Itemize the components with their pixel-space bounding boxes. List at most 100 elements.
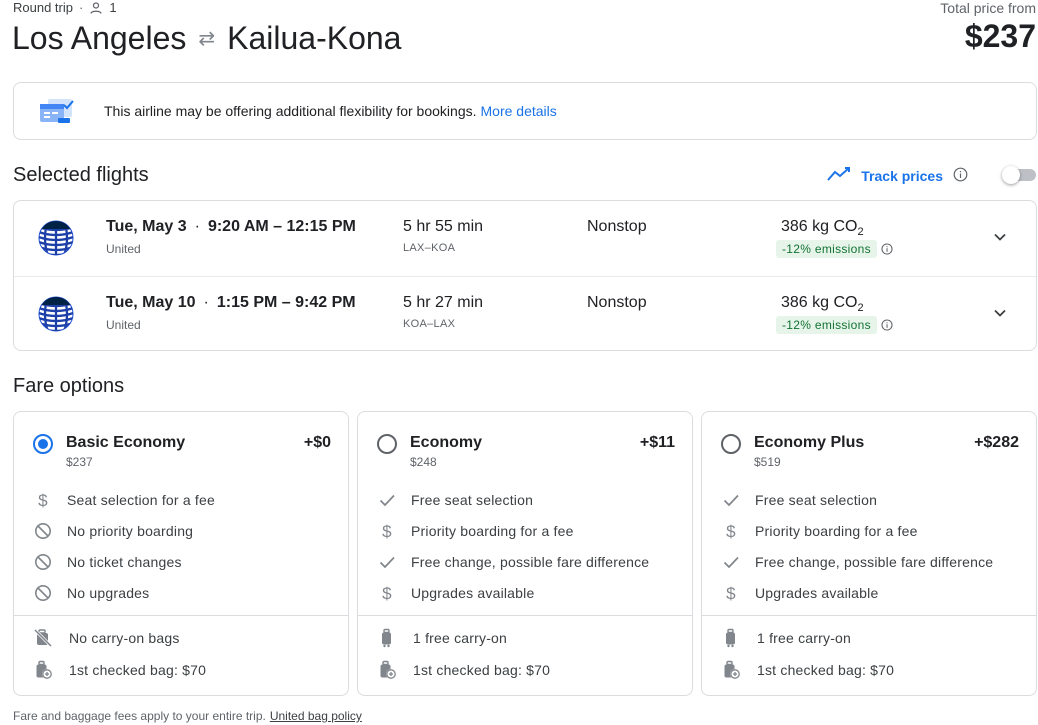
- fare-feature-text: Free seat selection: [411, 492, 534, 508]
- fare-feature: $ Priority boarding for a fee: [721, 521, 918, 541]
- fare-card-basic-economy[interactable]: Basic Economy $237 +$0 $ Seat selection for …: [13, 411, 349, 696]
- flight-stops: Nonstop: [587, 294, 647, 311]
- flight-date: Tue, May 10: [106, 294, 196, 311]
- dollar-icon: $: [377, 521, 397, 541]
- flight-stops: Nonstop: [587, 218, 647, 235]
- chevron-down-icon[interactable]: [992, 229, 1008, 245]
- fare-bag-text: 1 free carry-on: [757, 630, 852, 646]
- fare-bag: No carry-on bags: [33, 628, 180, 648]
- passenger-count: 1: [109, 0, 117, 15]
- flight-route: KOA–LAX: [403, 318, 456, 330]
- track-prices-label[interactable]: Track prices: [861, 168, 943, 184]
- flight-times: 1:15 PM – 9:42 PM: [216, 294, 356, 311]
- fare-price-delta: +$282: [974, 434, 1019, 451]
- fare-feature-text: No priority boarding: [67, 523, 194, 539]
- united-logo-icon: [38, 296, 74, 332]
- dollar-icon: $: [33, 490, 53, 510]
- check-icon: [377, 552, 397, 572]
- flight-co2: 386 kg CO2: [781, 294, 864, 314]
- fare-name: Economy: [410, 434, 483, 451]
- svg-text:$: $: [726, 584, 736, 602]
- selected-flights-card: Tue, May 3 · 9:20 AM – 12:15 PM United 5 h…: [13, 200, 1037, 351]
- svg-text:$: $: [382, 522, 392, 540]
- flight-route: LAX–KOA: [403, 242, 456, 254]
- flight-row-outbound[interactable]: Tue, May 3 · 9:20 AM – 12:15 PM United 5 h…: [14, 201, 1036, 276]
- check-icon: [721, 552, 741, 572]
- checked-bag-icon: [33, 660, 53, 680]
- carry-on-icon: [377, 628, 397, 648]
- fare-bag: 1 free carry-on: [721, 628, 851, 648]
- flight-date-time: Tue, May 10 · 1:15 PM – 9:42 PM: [106, 294, 356, 311]
- fare-radio[interactable]: [33, 434, 53, 454]
- fare-radio[interactable]: [721, 434, 741, 454]
- info-icon[interactable]: [953, 167, 968, 185]
- track-prices-toggle[interactable]: [1002, 166, 1036, 184]
- fare-radio[interactable]: [377, 434, 397, 454]
- selected-flights-title: Selected flights: [13, 164, 149, 186]
- fare-feature-text: Free change, possible fare difference: [755, 554, 994, 570]
- track-prices[interactable]: Track prices: [827, 166, 968, 185]
- united-logo-icon: [38, 220, 74, 256]
- fare-price: $519: [754, 455, 781, 469]
- fare-card-economy-plus[interactable]: Economy Plus $519 +$282 Free seat selection…: [701, 411, 1037, 696]
- chevron-down-icon[interactable]: [992, 305, 1008, 321]
- fare-feature-text: Upgrades available: [755, 585, 879, 601]
- fare-bag-text: No carry-on bags: [69, 630, 180, 646]
- fare-feature: No ticket changes: [33, 552, 182, 572]
- svg-text:$: $: [38, 491, 48, 509]
- origin-city: Los Angeles: [12, 20, 187, 56]
- svg-text:$: $: [726, 522, 736, 540]
- fare-divider: [14, 615, 348, 616]
- fare-card-economy[interactable]: Economy $248 +$11 Free seat selection $ Prior…: [357, 411, 693, 696]
- fare-feature: $ Upgrades available: [377, 583, 534, 603]
- fare-options-title: Fare options: [13, 375, 125, 397]
- fare-name: Basic Economy: [66, 434, 186, 451]
- dollar-icon: $: [377, 583, 397, 603]
- footer-note: Fare and baggage fees apply to your enti…: [13, 709, 362, 723]
- flexibility-calendar-icon: [38, 97, 76, 125]
- route-title: Los Angeles ⇄ Kailua-Kona: [12, 20, 401, 57]
- fare-feature: $ Seat selection for a fee: [33, 490, 215, 510]
- checked-bag-icon: [721, 660, 741, 680]
- fare-feature: Free seat selection: [377, 490, 533, 510]
- emissions-info-icon[interactable]: [881, 242, 893, 260]
- fare-bag-text: 1st checked bag: $70: [757, 662, 895, 678]
- checked-bag-icon: [377, 660, 397, 680]
- co2-value: 386 kg CO: [781, 294, 858, 311]
- fare-price: $248: [410, 455, 437, 469]
- notice-text: This airline may be offering additional …: [104, 103, 477, 119]
- person-icon: [89, 1, 103, 15]
- emissions-info-icon[interactable]: [881, 318, 893, 336]
- flight-times: 9:20 AM – 12:15 PM: [207, 218, 356, 235]
- fare-bag-text: 1st checked bag: $70: [413, 662, 551, 678]
- co2-subscript: 2: [857, 302, 864, 315]
- fare-price-delta: +$11: [639, 434, 675, 451]
- flight-date-time: Tue, May 3 · 9:20 AM – 12:15 PM: [106, 218, 356, 235]
- co2-value: 386 kg CO: [781, 218, 858, 235]
- carry-on-icon: [721, 628, 741, 648]
- fare-feature-text: Seat selection for a fee: [67, 492, 215, 508]
- fare-bag: 1 free carry-on: [377, 628, 507, 648]
- footer-text: Fare and baggage fees apply to your enti…: [13, 709, 266, 723]
- fare-feature-text: Priority boarding for a fee: [411, 523, 574, 539]
- bag-policy-link[interactable]: United bag policy: [270, 709, 362, 723]
- trip-type: Round trip: [13, 0, 73, 15]
- flight-row-return[interactable]: Tue, May 10 · 1:15 PM – 9:42 PM United 5 h…: [14, 276, 1036, 351]
- flexibility-notice: This airline may be offering additional …: [13, 82, 1037, 140]
- svg-text:$: $: [382, 584, 392, 602]
- fare-divider: [702, 615, 1036, 616]
- fare-feature-text: Upgrades available: [411, 585, 535, 601]
- flight-airline: United: [106, 318, 141, 332]
- block-icon: [33, 552, 53, 572]
- block-icon: [33, 521, 53, 541]
- fare-feature-text: Priority boarding for a fee: [755, 523, 918, 539]
- trend-icon: [827, 166, 851, 185]
- fare-feature: Free change, possible fare difference: [721, 552, 993, 572]
- separator-dot: ·: [78, 0, 84, 15]
- fare-bag-text: 1st checked bag: $70: [69, 662, 207, 678]
- fare-bag-text: 1 free carry-on: [413, 630, 508, 646]
- dollar-icon: $: [721, 583, 741, 603]
- more-details-link[interactable]: More details: [481, 103, 557, 119]
- no-bag-icon: [33, 628, 53, 648]
- price-total: $237: [964, 18, 1036, 54]
